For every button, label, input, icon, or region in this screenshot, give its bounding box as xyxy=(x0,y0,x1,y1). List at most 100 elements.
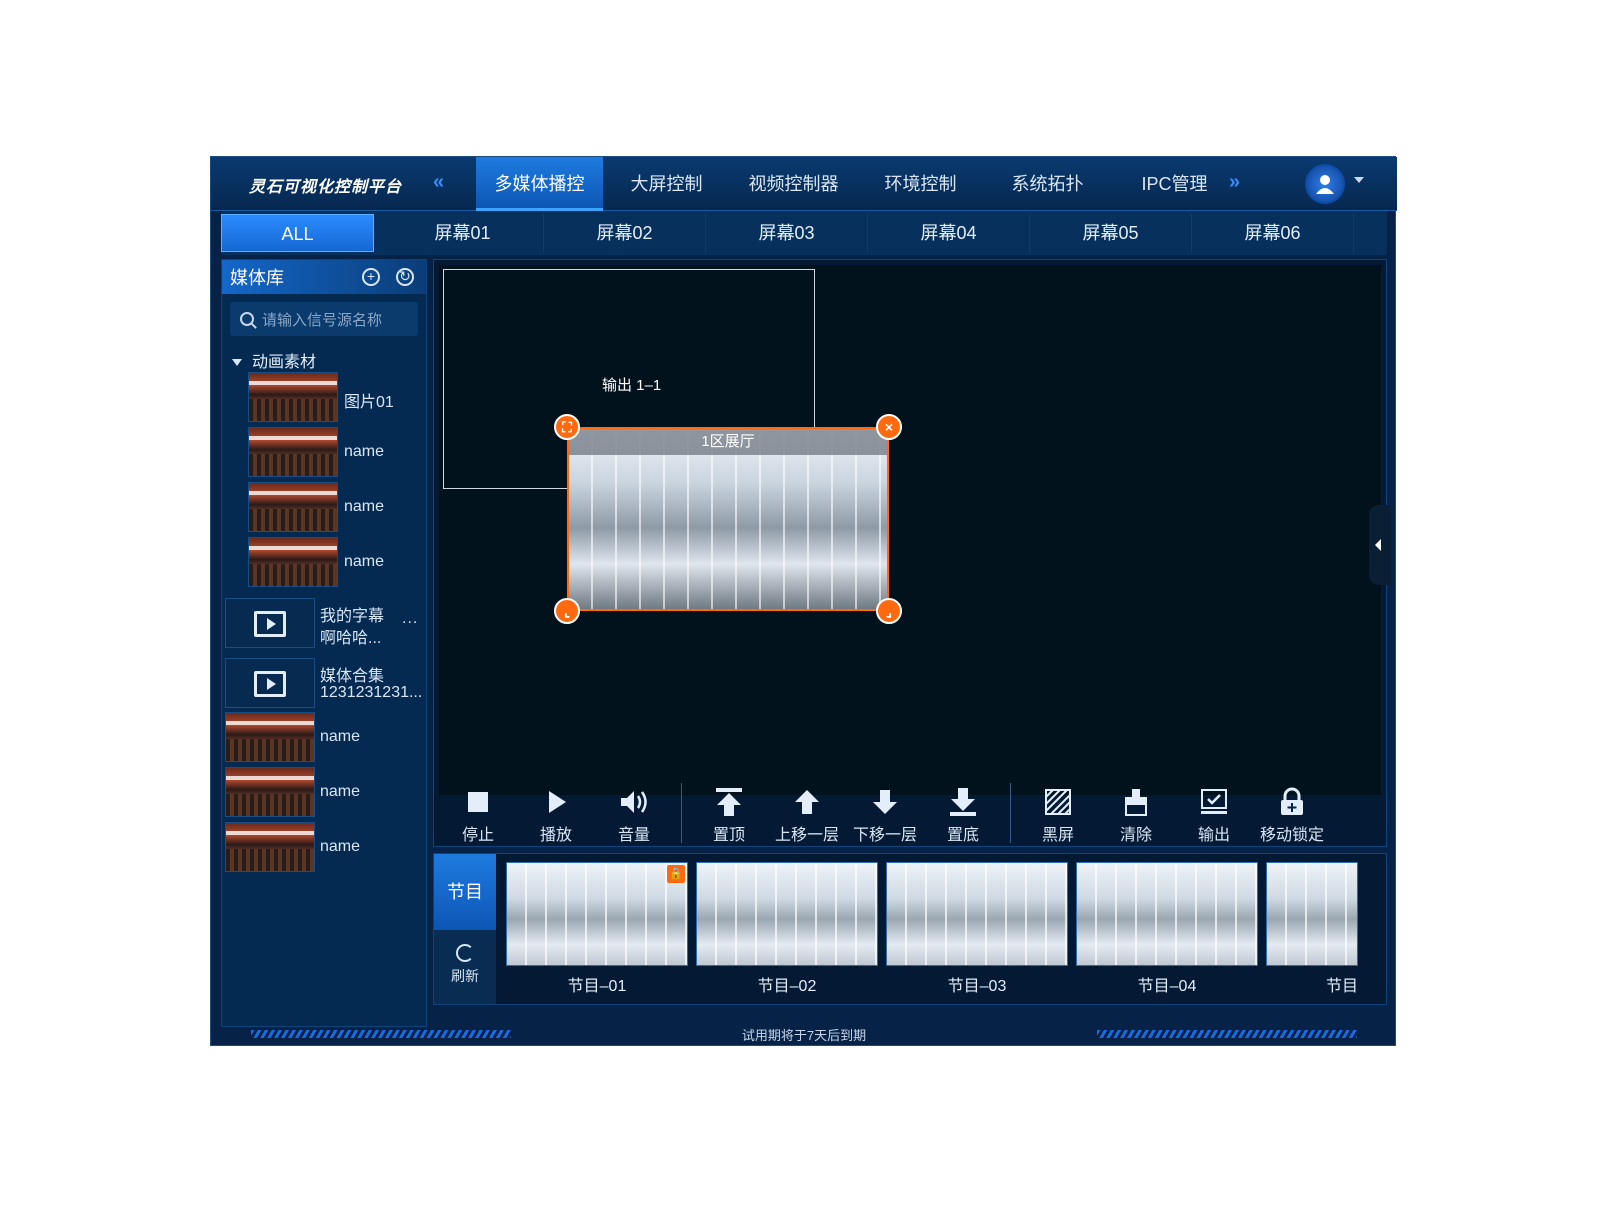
media-thumbnail[interactable] xyxy=(225,712,315,762)
group-label: 动画素材 xyxy=(252,354,317,371)
clear-button[interactable]: 清除 xyxy=(1097,783,1175,844)
program-thumbnail[interactable] xyxy=(696,862,878,966)
black-screen-button[interactable]: 黑屏 xyxy=(1019,783,1097,844)
user-avatar[interactable] xyxy=(1305,164,1345,204)
resize-handle-icon[interactable]: ⌞ xyxy=(554,598,580,624)
play-button[interactable]: 播放 xyxy=(517,783,595,844)
program-thumbnail[interactable] xyxy=(1266,862,1358,966)
screen-tab-04[interactable]: 屏幕04 xyxy=(868,214,1030,252)
bring-to-top-button[interactable]: 置顶 xyxy=(690,783,768,844)
bring-to-top-label: 置顶 xyxy=(712,827,745,844)
clear-label: 清除 xyxy=(1119,827,1152,844)
output-button[interactable]: 输出 xyxy=(1175,783,1253,844)
program-strip: 节目 刷新 🔒 节目–01 节目–02 节目–03 节目–04 节目 xyxy=(433,853,1387,1005)
nav-tab-topology[interactable]: 系统拓扑 xyxy=(984,157,1111,211)
nav-next-icon[interactable]: » xyxy=(1229,171,1240,194)
send-to-bottom-icon xyxy=(950,788,976,816)
media-thumbnail[interactable] xyxy=(248,427,338,477)
media-thumbnail[interactable] xyxy=(225,822,315,872)
add-icon[interactable]: + xyxy=(362,268,380,286)
lock-icon xyxy=(1281,787,1303,815)
program-thumbnail[interactable] xyxy=(1076,862,1258,966)
canvas-panel: 输出 1–1 1区展厅 ⛶ × ⌞ ⌟ 停止 播放 音量 置顶 上移一层 下移一… xyxy=(433,259,1391,847)
nav-tab-multimedia[interactable]: 多媒体播控 xyxy=(476,157,603,211)
media-library-header: 媒体库 + ↻ xyxy=(222,260,426,294)
media-thumbnail[interactable] xyxy=(248,537,338,587)
collection-item-subtitle: 1231231231... xyxy=(320,684,423,701)
output-label: 输出 xyxy=(1197,827,1230,844)
fullscreen-handle-icon[interactable]: ⛶ xyxy=(554,414,580,440)
user-icon xyxy=(1316,175,1334,194)
program-thumbnail[interactable]: 🔒 xyxy=(506,862,688,966)
program-tab[interactable]: 节目 xyxy=(434,854,496,930)
subtitle-item-title: 我的字幕 xyxy=(320,608,385,625)
send-to-bottom-button[interactable]: 置底 xyxy=(924,783,1002,844)
output-icon xyxy=(1201,789,1227,814)
media-item-label: 图片01 xyxy=(344,394,394,411)
user-menu-caret-icon[interactable] xyxy=(1354,177,1364,183)
refresh-label: 刷新 xyxy=(451,968,479,984)
screen-tab-06[interactable]: 屏幕06 xyxy=(1192,214,1354,252)
move-lock-button[interactable]: 移动锁定 xyxy=(1253,783,1331,844)
volume-icon xyxy=(621,791,647,813)
stop-label: 停止 xyxy=(461,827,494,844)
nav-tab-ipc[interactable]: IPC管理 xyxy=(1111,157,1238,211)
nav-tab-video-controller[interactable]: 视频控制器 xyxy=(730,157,857,211)
nav-tab-environment[interactable]: 环境控制 xyxy=(857,157,984,211)
side-collapse-icon[interactable] xyxy=(1369,505,1391,585)
stop-icon xyxy=(468,792,488,812)
program-thumbnail[interactable] xyxy=(886,862,1068,966)
collection-item-title: 媒体合集 xyxy=(320,668,385,685)
program-refresh-button[interactable]: 刷新 xyxy=(434,934,496,986)
screen-tabs: ALL 屏幕01 屏幕02 屏幕03 屏幕04 屏幕05 屏幕06 xyxy=(221,211,1387,255)
media-item-label: name xyxy=(320,728,361,745)
screen-tab-05[interactable]: 屏幕05 xyxy=(1030,214,1192,252)
refresh-icon[interactable]: ↻ xyxy=(396,268,414,286)
program-label: 节目–04 xyxy=(1137,978,1197,995)
subtitle-media-icon[interactable] xyxy=(225,598,315,648)
program-label: 节目 xyxy=(1325,978,1358,995)
nav-prev-icon[interactable]: « xyxy=(433,171,444,194)
layout-canvas[interactable]: 输出 1–1 1区展厅 ⛶ × ⌞ ⌟ xyxy=(439,265,1391,795)
nav-tab-bigscreen[interactable]: 大屏控制 xyxy=(603,157,730,211)
search-placeholder: 请输入信号源名称 xyxy=(262,311,383,329)
volume-label: 音量 xyxy=(617,827,650,844)
stop-button[interactable]: 停止 xyxy=(439,783,517,844)
window-title: 1区展厅 xyxy=(569,429,887,455)
screen-tab-01[interactable]: 屏幕01 xyxy=(382,214,544,252)
media-library-panel: 媒体库 + ↻ 请输入信号源名称 动画素材 图片01 name name nam… xyxy=(221,259,427,1027)
media-thumbnail[interactable] xyxy=(225,767,315,817)
move-down-button[interactable]: 下移一层 xyxy=(846,783,924,844)
screen-tab-02[interactable]: 屏幕02 xyxy=(544,214,706,252)
screen-tab-03[interactable]: 屏幕03 xyxy=(706,214,868,252)
app-window: 灵石可视化控制平台 « 多媒体播控 大屏控制 视频控制器 环境控制 系统拓扑 I… xyxy=(210,156,1397,1046)
media-item-label: name xyxy=(344,498,385,515)
toolbar-divider xyxy=(681,783,682,843)
screen-tab-all[interactable]: ALL xyxy=(221,214,374,252)
media-thumbnail[interactable] xyxy=(248,482,338,532)
group-animation[interactable]: 动画素材 xyxy=(232,348,316,372)
search-input[interactable]: 请输入信号源名称 xyxy=(230,302,418,336)
bring-to-top-icon xyxy=(716,788,742,816)
play-label: 播放 xyxy=(539,827,572,844)
canvas-toolbar: 停止 播放 音量 置顶 上移一层 下移一层 置底 黑屏 清除 输出 移动锁定 xyxy=(439,783,1381,844)
refresh-icon xyxy=(456,944,474,962)
collection-folder-icon[interactable] xyxy=(225,658,315,708)
media-thumbnail[interactable] xyxy=(248,372,338,422)
nav-tabs: 多媒体播控 大屏控制 视频控制器 环境控制 系统拓扑 IPC管理 xyxy=(476,157,1238,211)
close-window-icon[interactable]: × xyxy=(876,414,902,440)
app-title: 灵石可视化控制平台 xyxy=(249,179,403,196)
volume-button[interactable]: 音量 xyxy=(595,783,673,844)
play-icon xyxy=(549,791,566,813)
arrow-up-icon xyxy=(795,790,819,814)
clear-icon xyxy=(1125,789,1147,816)
display-window[interactable]: 1区展厅 xyxy=(567,427,889,611)
move-up-button[interactable]: 上移一层 xyxy=(768,783,846,844)
arrow-down-icon xyxy=(873,790,897,814)
resize-handle-icon[interactable]: ⌟ xyxy=(876,598,902,624)
search-icon xyxy=(240,312,254,326)
subtitle-item-subtitle: 啊哈哈... xyxy=(320,630,382,647)
expand-triangle-icon xyxy=(232,359,242,367)
toolbar-divider xyxy=(1010,783,1011,843)
more-options-icon[interactable]: ... xyxy=(402,610,418,628)
